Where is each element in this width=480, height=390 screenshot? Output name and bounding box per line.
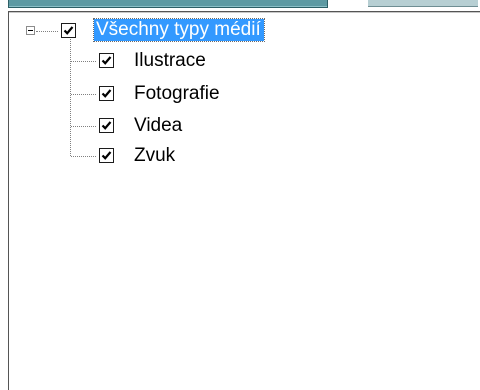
child-checkbox-videa[interactable] bbox=[99, 118, 114, 133]
checkmark-icon bbox=[101, 56, 112, 65]
tree-connector bbox=[71, 94, 96, 95]
tree-connector bbox=[71, 126, 96, 127]
panel-inner-shadow bbox=[9, 12, 480, 13]
collapse-minus-icon[interactable] bbox=[26, 26, 35, 35]
root-checkbox[interactable] bbox=[61, 23, 76, 38]
checkmark-icon bbox=[101, 89, 112, 98]
tree-connector-vertical bbox=[70, 39, 71, 156]
tree-connector bbox=[71, 61, 96, 62]
tree-root-label[interactable]: Všechny typy médií bbox=[93, 18, 265, 42]
tree-connector bbox=[36, 31, 58, 32]
child-checkbox-ilustrace[interactable] bbox=[99, 53, 114, 68]
tab-header-right[interactable] bbox=[368, 0, 478, 7]
tree-item-videa[interactable]: Videa bbox=[134, 115, 182, 137]
tree-item-zvuk[interactable]: Zvuk bbox=[134, 145, 175, 167]
child-checkbox-zvuk[interactable] bbox=[99, 148, 114, 163]
tree-item-ilustrace[interactable]: Ilustrace bbox=[134, 50, 206, 72]
tab-header-left[interactable] bbox=[8, 0, 328, 8]
media-type-tree-panel bbox=[8, 11, 480, 390]
tree-item-fotografie[interactable]: Fotografie bbox=[134, 83, 220, 105]
checkmark-icon bbox=[63, 26, 74, 35]
child-checkbox-fotografie[interactable] bbox=[99, 86, 114, 101]
tree-connector bbox=[71, 156, 96, 157]
checkmark-icon bbox=[101, 151, 112, 160]
checkmark-icon bbox=[101, 121, 112, 130]
